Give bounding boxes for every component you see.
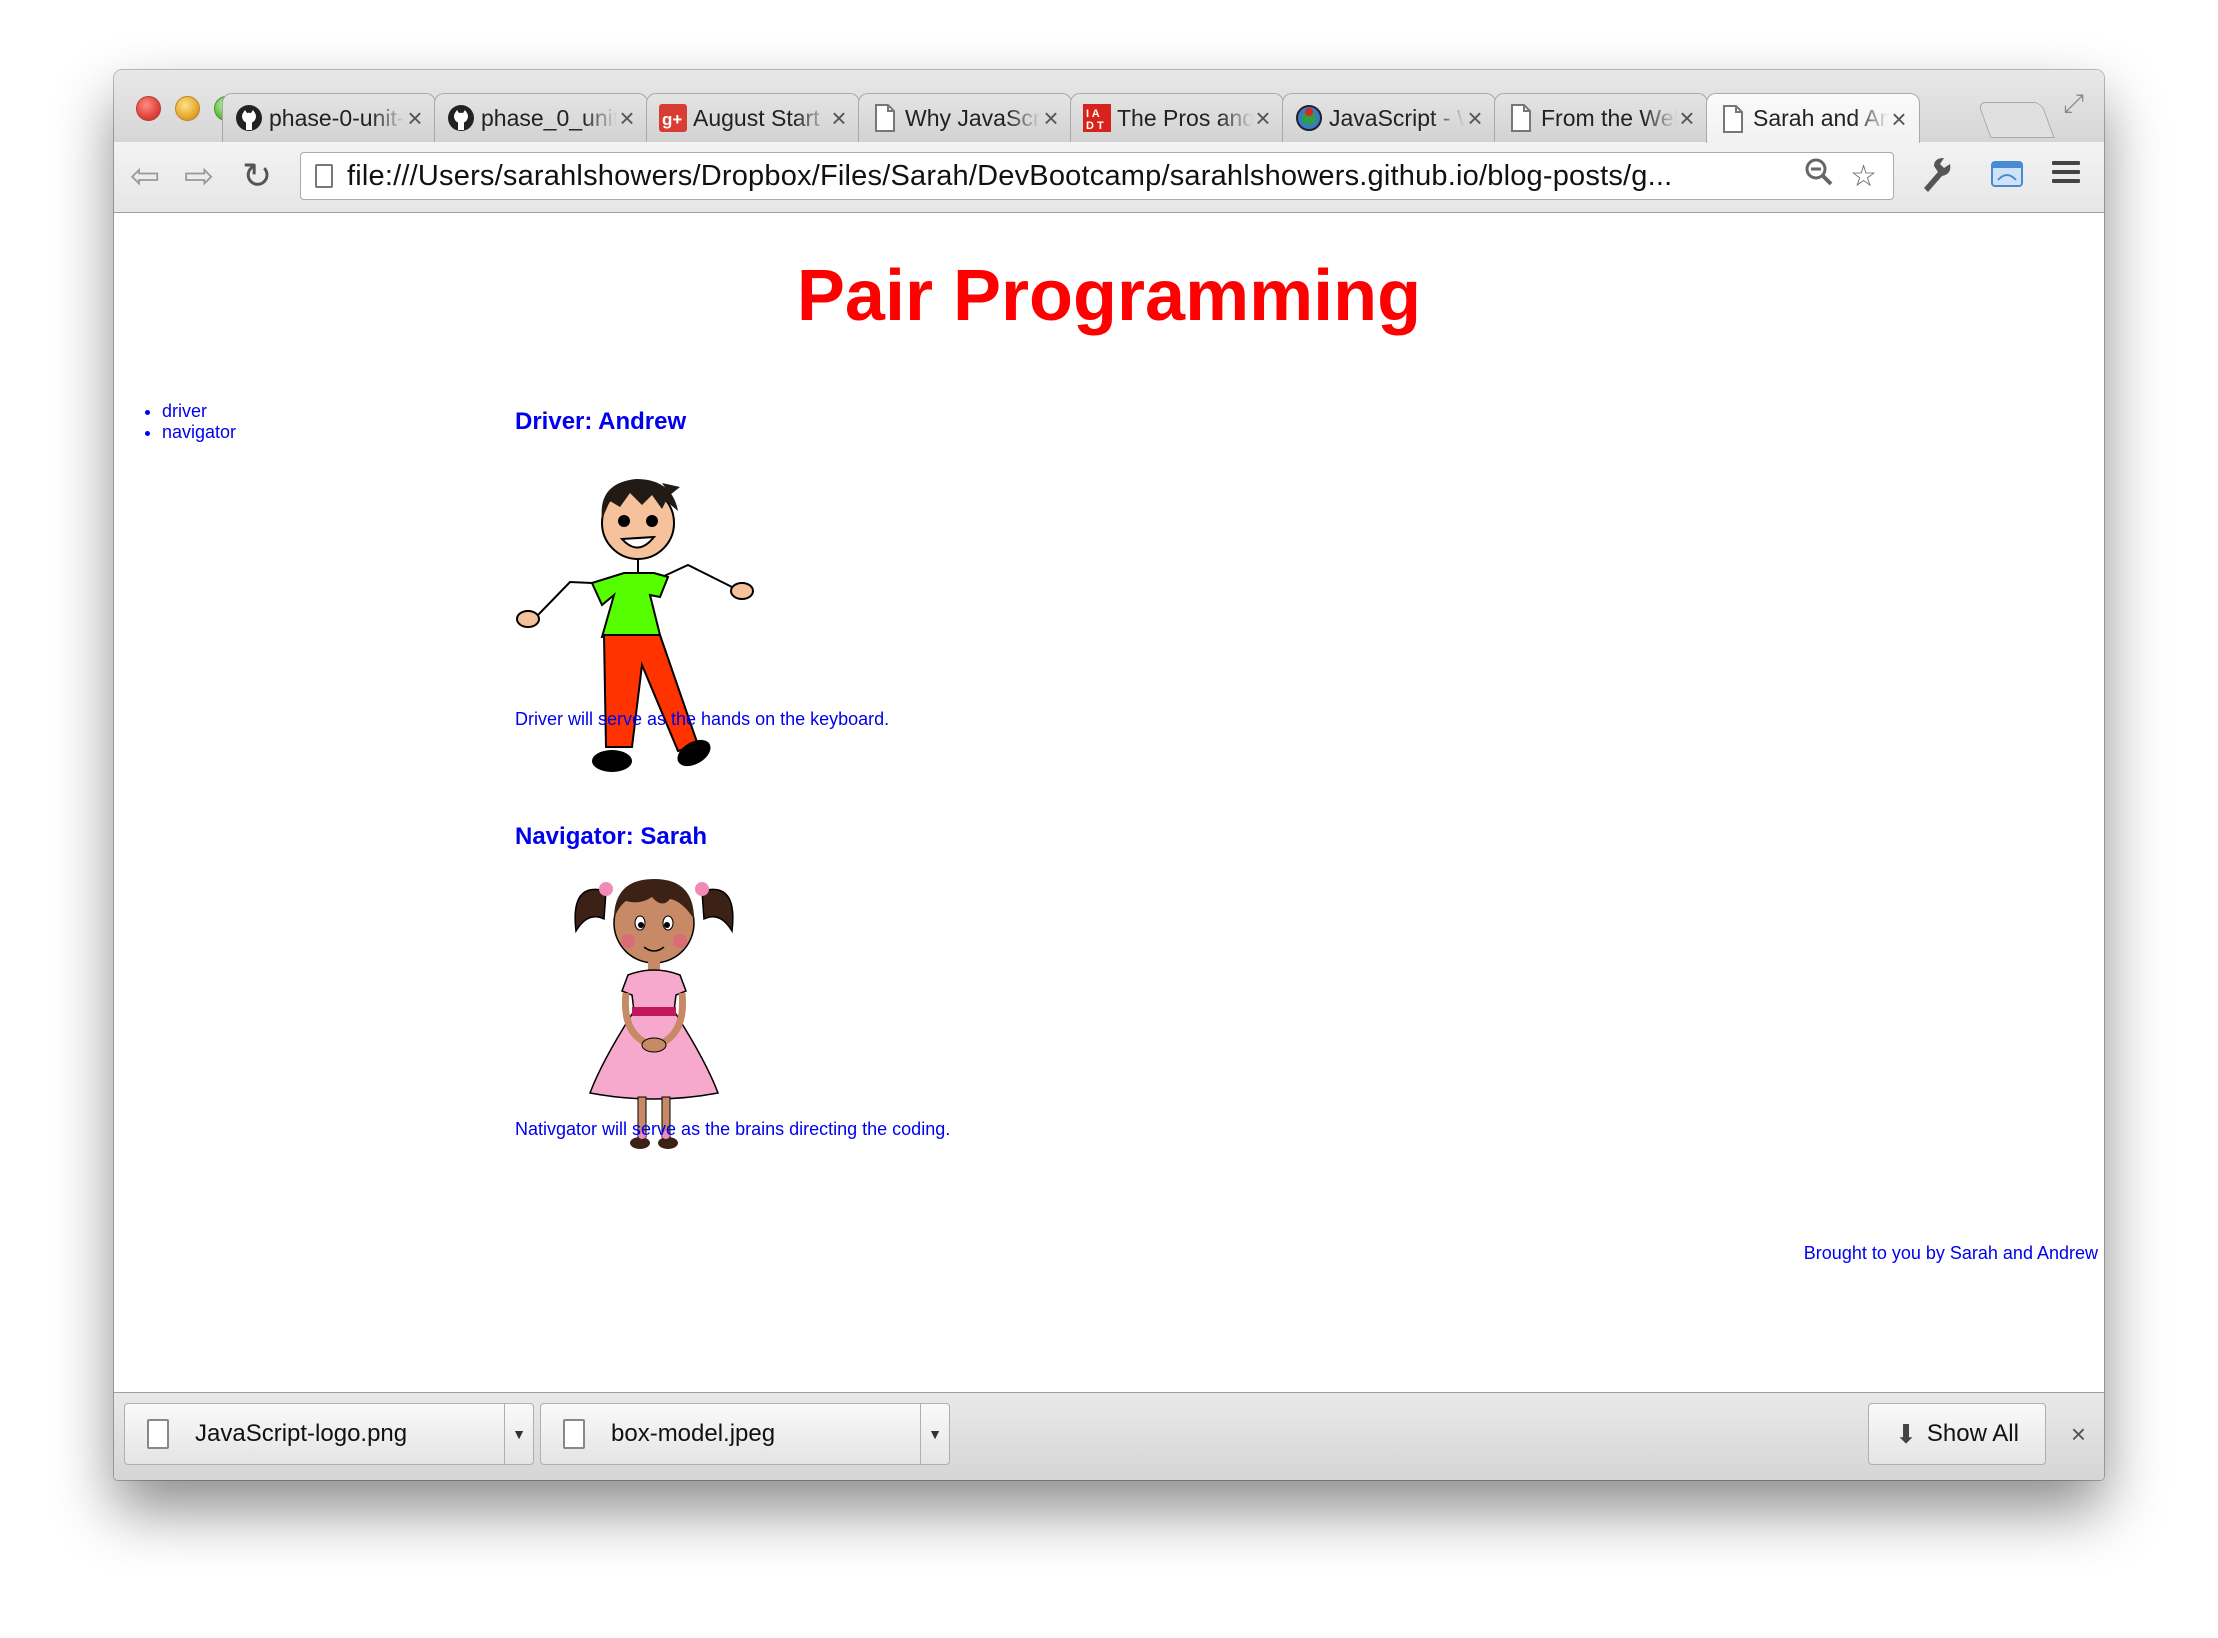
page-icon (1507, 104, 1535, 132)
iadt-icon: I AD T (1083, 104, 1111, 132)
tab-sarah-and-andrew[interactable]: Sarah and Andrew × (1706, 93, 1920, 143)
show-all-downloads-button[interactable]: ⬇ Show All (1868, 1403, 2046, 1465)
image-file-icon (563, 1419, 585, 1449)
navigator-caption: Nativgator will serve as the brains dire… (515, 1119, 951, 1139)
tab-close-icon[interactable]: × (1253, 105, 1273, 131)
download-filename: box-model.jpeg (611, 1420, 776, 1447)
download-item-javascript-logo[interactable]: JavaScript-logo.png ▼ (124, 1403, 534, 1465)
tab-close-icon[interactable]: × (1465, 105, 1485, 131)
driver-caption: Driver will serve as the hands on the ke… (515, 709, 890, 729)
tab-close-icon[interactable]: × (617, 105, 637, 131)
svg-text:D T: D T (1086, 120, 1104, 132)
tab-close-icon[interactable]: × (1889, 106, 1909, 132)
downloads-shelf: JavaScript-logo.png ▼ box-model.jpeg ▼ ⬇… (114, 1392, 2104, 1480)
tab-close-icon[interactable]: × (405, 105, 425, 131)
new-tab-button[interactable] (1977, 102, 2055, 138)
download-arrow-icon: ⬇ (1895, 1418, 1917, 1449)
close-window-button[interactable] (136, 96, 161, 121)
download-filename: JavaScript-logo.png (195, 1420, 408, 1447)
tab-title: JavaScript - Wikipedia (1329, 104, 1465, 131)
page-icon (315, 164, 333, 188)
nav-link-navigator[interactable]: navigator (162, 422, 236, 443)
wikipedia-icon (1295, 104, 1323, 132)
forward-arrow-icon[interactable]: ⇨ (184, 156, 214, 196)
github-icon (235, 104, 263, 132)
tab-close-icon[interactable]: × (1677, 105, 1697, 131)
tab-title: phase_0_unit_1 (481, 104, 617, 131)
dropdown-arrow-icon[interactable]: ▼ (920, 1404, 949, 1464)
tab-pros-cons[interactable]: I AD T The Pros and Cons × (1070, 93, 1284, 142)
svg-text:g+: g+ (662, 110, 682, 129)
download-item-box-model[interactable]: box-model.jpeg ▼ (540, 1403, 950, 1465)
close-shelf-icon[interactable]: × (2071, 1419, 2086, 1450)
tab-title: phase-0-unit-1 (269, 104, 405, 131)
tab-title: Why JavaScript (905, 104, 1041, 131)
tab-title: The Pros and Cons (1117, 104, 1253, 131)
bookmark-star-icon[interactable]: ☆ (1850, 159, 1877, 194)
footer-credit: Brought to you by Sarah and Andrew (1803, 1243, 2098, 1263)
minimize-window-button[interactable] (175, 96, 200, 121)
zoom-icon[interactable] (1804, 157, 1834, 195)
svg-text:I A: I A (1086, 108, 1100, 120)
browser-toolbar: ⇦ ⇨ ↻ file:///Users/sarahlshowers/Dropbo… (114, 142, 2104, 213)
image-file-icon (147, 1419, 169, 1449)
url-text[interactable]: file:///Users/sarahlshowers/Dropbox/File… (347, 160, 1804, 193)
navigator-girl-illustration (574, 879, 734, 1149)
tab-from-the-web[interactable]: From the Web × (1494, 93, 1708, 142)
nav-link-driver[interactable]: driver (162, 401, 236, 422)
google-plus-icon: g+ (659, 104, 687, 132)
wrench-icon[interactable] (1920, 156, 1954, 201)
side-navigation: driver navigator (136, 401, 236, 443)
address-bar[interactable]: file:///Users/sarahlshowers/Dropbox/File… (300, 152, 1894, 200)
extension-icon[interactable] (1990, 156, 2024, 199)
page-icon (1719, 104, 1747, 133)
page-icon (871, 104, 899, 132)
navigator-heading: Navigator: Sarah (515, 823, 708, 850)
tab-phase-0-unit-1-a[interactable]: phase-0-unit-1 × (222, 93, 436, 142)
tab-title: August Start (693, 104, 820, 131)
fullscreen-icon[interactable]: ⤢ (2063, 88, 2084, 120)
github-icon (447, 104, 475, 132)
tab-strip: phase-0-unit-1 × phase_0_unit_1 × g+ Aug… (114, 70, 2104, 143)
back-arrow-icon[interactable]: ⇦ (130, 156, 160, 196)
driver-heading: Driver: Andrew (515, 408, 687, 435)
page-title: Pair Programming (796, 256, 1422, 336)
tab-august-start[interactable]: g+ August Start × (646, 93, 860, 142)
tab-close-icon[interactable]: × (829, 105, 849, 131)
tab-close-icon[interactable]: × (1041, 105, 1061, 131)
tab-phase-0-unit-1-b[interactable]: phase_0_unit_1 × (434, 93, 648, 142)
tab-why-javascript[interactable]: Why JavaScript × (858, 93, 1072, 142)
dropdown-arrow-icon[interactable]: ▼ (504, 1404, 533, 1464)
tab-javascript-wikipedia[interactable]: JavaScript - Wikipedia × (1282, 93, 1496, 142)
show-all-label: Show All (1926, 1420, 2019, 1447)
menu-icon[interactable] (2050, 156, 2082, 197)
browser-window: phase-0-unit-1 × phase_0_unit_1 × g+ Aug… (114, 70, 2104, 1480)
tab-title: Sarah and Andrew (1753, 105, 1889, 131)
reload-icon[interactable]: ↻ (242, 156, 272, 196)
tab-title: From the Web (1541, 104, 1677, 131)
page-viewport: Pair Programming driver navigator Driver… (114, 213, 2104, 1460)
